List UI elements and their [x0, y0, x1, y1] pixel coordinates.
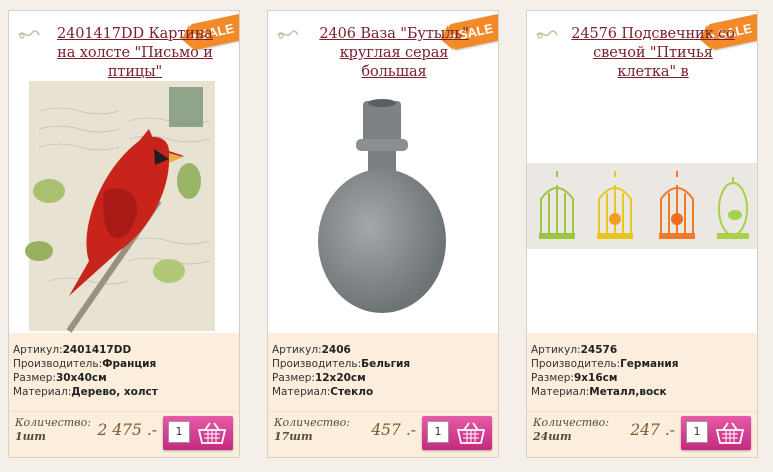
add-to-cart-button[interactable]: 1: [163, 416, 233, 450]
product-info: Артикул:24576 Производитель:Германия Раз…: [527, 333, 757, 411]
basket-icon: [715, 422, 745, 444]
product-title-link[interactable]: 2406 Ваза "Бутыль" круглая серая большая: [306, 25, 482, 82]
product-card: SALE 24576 Подсвечник со свечой "Птичья …: [526, 10, 758, 458]
swirl-icon: [536, 30, 558, 39]
buy-bar: Количество: 24шт 247 .- 1: [527, 411, 757, 457]
swirl-icon: [277, 30, 299, 39]
stock-quantity: Количество: 17шт: [274, 416, 350, 443]
product-card: SALE 2401417DD Картина на холсте "Письмо…: [8, 10, 240, 458]
product-card: SALE 2406 Ваза "Бутыль" круглая серая бо…: [267, 10, 499, 458]
swirl-icon: [18, 30, 40, 39]
basket-icon: [197, 422, 227, 444]
quantity-input[interactable]: 1: [686, 421, 708, 443]
price: 2 475 .-: [97, 421, 157, 439]
product-image[interactable]: [527, 81, 757, 333]
product-image[interactable]: [268, 81, 498, 333]
product-info: Артикул:2401417DD Производитель:Франция …: [9, 333, 239, 411]
stock-quantity: Количество: 24шт: [533, 416, 609, 443]
quantity-input[interactable]: 1: [427, 421, 449, 443]
product-title-link[interactable]: 24576 Подсвечник со свечой "Птичья клетк…: [565, 25, 741, 82]
basket-icon: [456, 422, 486, 444]
price: 247 .-: [630, 421, 675, 439]
product-image[interactable]: [9, 81, 239, 333]
product-info: Артикул:2406 Производитель:Бельгия Разме…: [268, 333, 498, 411]
add-to-cart-button[interactable]: 1: [422, 416, 492, 450]
buy-bar: Количество: 1шт 2 475 .- 1: [9, 411, 239, 457]
product-title-link[interactable]: 2401417DD Картина на холсте "Письмо и пт…: [47, 25, 223, 82]
buy-bar: Количество: 17шт 457 .- 1: [268, 411, 498, 457]
quantity-input[interactable]: 1: [168, 421, 190, 443]
stock-quantity: Количество: 1шт: [15, 416, 91, 443]
price: 457 .-: [371, 421, 416, 439]
add-to-cart-button[interactable]: 1: [681, 416, 751, 450]
